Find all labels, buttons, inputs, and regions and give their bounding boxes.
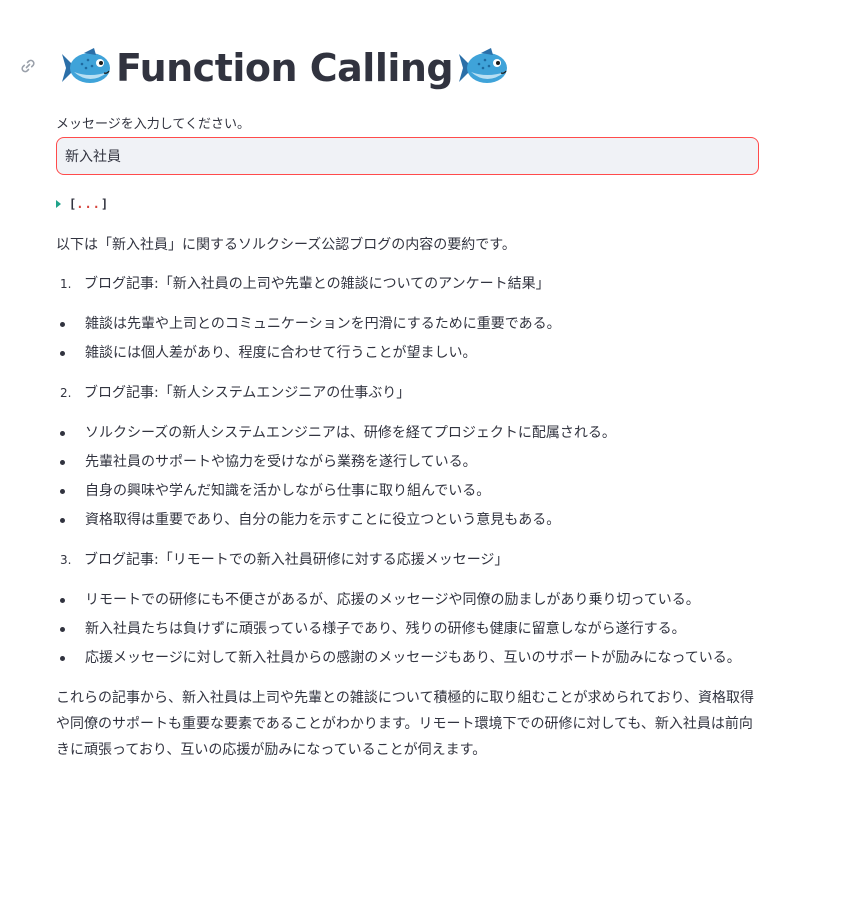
link-icon[interactable]: [18, 56, 38, 76]
section-heading: 2. ブログ記事:「新人システムエンジニアの仕事ぶり」: [56, 380, 761, 406]
list-item: ソルクシーズの新人システムエンジニアは、研修を経てプロジェクトに配属される。: [56, 420, 761, 446]
bullet-list: リモートでの研修にも不便さがあるが、応援のメッセージや同僚の励ましがあり乗り切っ…: [56, 587, 761, 671]
section-number: 2.: [60, 386, 72, 400]
section-title: ブログ記事:「リモートでの新入社員研修に対する応援メッセージ」: [84, 552, 509, 568]
response-conclusion: これらの記事から、新入社員は上司や先輩との雑談について積極的に取り組むことが求め…: [56, 690, 755, 758]
list-item: 雑談には個人差があり、程度に合わせて行うことが望ましい。: [56, 340, 761, 366]
section-heading: 3. ブログ記事:「リモートでの新入社員研修に対する応援メッセージ」: [56, 547, 761, 573]
json-close-bracket: ]: [100, 197, 109, 211]
message-input[interactable]: [56, 137, 759, 175]
bullet-list: ソルクシーズの新人システムエンジニアは、研修を経てプロジェクトに配属される。 先…: [56, 420, 761, 533]
page-title: Function Calling: [60, 40, 509, 96]
section-heading: 1. ブログ記事:「新入社員の上司や先輩との雑談についてのアンケート結果」: [56, 271, 761, 297]
fish-emoji-icon: [60, 46, 112, 90]
title-text: Function Calling: [116, 46, 454, 90]
message-input-label: メッセージを入力してください。: [56, 117, 250, 132]
list-item: 自身の興味や学んだ知識を活かしながら仕事に取り組んでいる。: [56, 478, 761, 504]
bullet-list: 雑談は先輩や上司とのコミュニケーションを円滑にするために重要である。 雑談には個…: [56, 311, 761, 366]
section-number: 3.: [60, 553, 72, 567]
json-preview: [...]: [69, 197, 108, 211]
list-item: リモートでの研修にも不便さがあるが、応援のメッセージや同僚の励ましがあり乗り切っ…: [56, 587, 761, 613]
section-number: 1.: [60, 277, 72, 291]
section-title: ブログ記事:「新入社員の上司や先輩との雑談についてのアンケート結果」: [84, 276, 550, 292]
json-viewer-toggle[interactable]: [...]: [56, 194, 108, 214]
list-item: 雑談は先輩や上司とのコミュニケーションを円滑にするために重要である。: [56, 311, 761, 337]
list-item: 新入社員たちは負けずに頑張っている様子であり、残りの研修も健康に留意しながら遂行…: [56, 616, 761, 642]
list-item: 応援メッセージに対して新入社員からの感謝のメッセージもあり、互いのサポートが励み…: [56, 645, 761, 671]
list-item: 資格取得は重要であり、自分の能力を示すことに役立つという意見もある。: [56, 507, 761, 533]
list-item: 先輩社員のサポートや協力を受けながら業務を遂行している。: [56, 449, 761, 475]
fish-emoji-icon: [457, 46, 509, 90]
json-ellipsis: ...: [76, 197, 101, 211]
caret-right-icon[interactable]: [56, 200, 61, 208]
response-intro: 以下は「新入社員」に関するソルクシーズ公認ブログの内容の要約です。: [56, 237, 516, 253]
response-markdown: 以下は「新入社員」に関するソルクシーズ公認ブログの内容の要約です。 1. ブログ…: [56, 232, 761, 763]
section-title: ブログ記事:「新人システムエンジニアの仕事ぶり」: [84, 385, 411, 401]
